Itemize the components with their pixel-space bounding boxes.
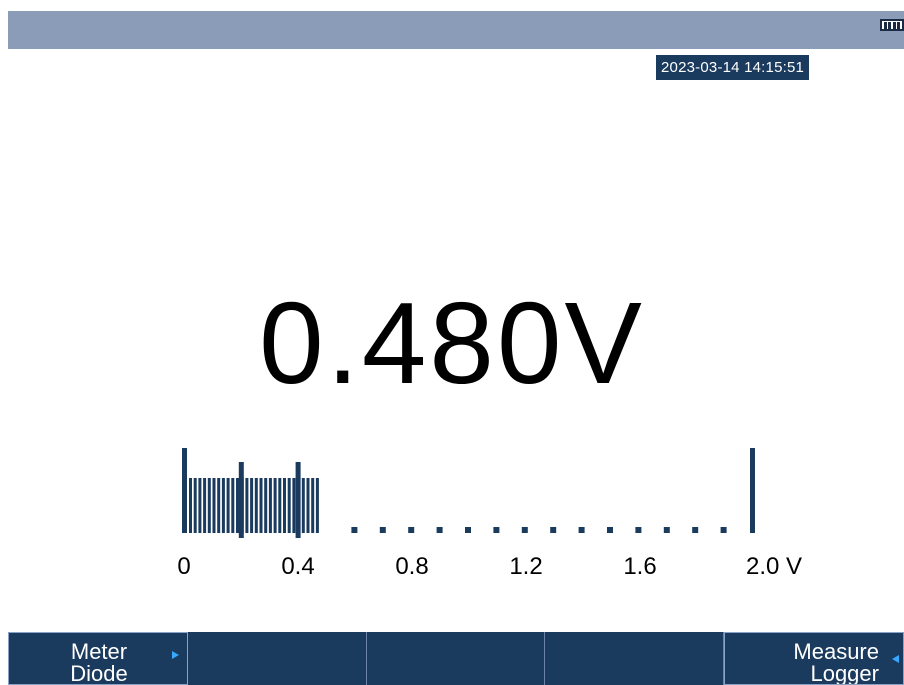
bargraph-segment xyxy=(231,478,235,533)
bargraph-segment xyxy=(207,478,211,533)
bargraph-segment xyxy=(221,478,225,533)
bargraph-segment xyxy=(301,478,305,533)
arrow-left-icon xyxy=(891,655,899,663)
tick-label-5: 2.0 V xyxy=(745,553,803,580)
bargraph-segment xyxy=(306,478,310,533)
tick-label-2: 0.8 xyxy=(395,553,429,580)
bargraph-scale-dot xyxy=(550,527,557,533)
bargraph-scale-dot xyxy=(578,527,585,533)
bargraph-segment xyxy=(226,478,230,533)
bargraph-scale-dot xyxy=(607,527,613,533)
bargraph-segment xyxy=(283,478,286,533)
bargraph-segment xyxy=(254,478,258,533)
softkey-label-line1: Measure xyxy=(793,639,879,664)
tick-label-1: 0.4 xyxy=(281,553,315,580)
bargraph-baseline-mark xyxy=(295,533,301,538)
analog-bargraph: 0 0.4 0.8 1.2 1.6 2.0 V xyxy=(0,440,904,600)
bargraph-segment xyxy=(292,478,296,533)
bargraph-segment xyxy=(268,478,272,533)
bargraph-segment xyxy=(217,478,221,533)
bargraph-start-marker xyxy=(182,448,187,533)
bargraph-scale-dot xyxy=(408,527,415,533)
softkey-label-line2: Diode xyxy=(70,661,128,685)
bargraph-segment xyxy=(245,478,249,533)
bargraph-scale-dot xyxy=(720,527,727,533)
softkey-label-line2: Logger xyxy=(810,661,879,685)
bargraph-segment xyxy=(212,478,216,533)
bargraph-segment xyxy=(264,478,268,533)
meter-reading: 0.480V xyxy=(259,278,645,408)
battery-icon xyxy=(880,19,904,31)
bargraph-scale-dot xyxy=(663,527,670,533)
bargraph-scale-dot xyxy=(379,527,386,533)
bargraph-segment xyxy=(236,478,239,533)
bargraph-segment xyxy=(203,478,207,533)
tick-label-4: 1.6 xyxy=(623,553,657,580)
arrow-right-icon xyxy=(171,651,179,659)
bargraph-segment xyxy=(278,478,282,533)
bargraph-scale-dot xyxy=(521,527,528,533)
bargraph-scale-dot xyxy=(692,527,699,533)
bargraph-scale-dot xyxy=(493,527,500,533)
tick-label-0: 0 xyxy=(177,553,191,580)
datetime-display: 2023-03-14 14:15:51 xyxy=(656,55,810,80)
bargraph-baseline-mark xyxy=(238,533,244,538)
softkey-bar: Meter Diode Measure Logger xyxy=(8,632,904,685)
bargraph-segment xyxy=(189,478,192,533)
softkey-4[interactable] xyxy=(545,632,725,685)
bargraph-segment xyxy=(315,478,319,533)
bargraph-major-tick xyxy=(295,462,301,533)
bargraph-segment xyxy=(193,478,197,533)
bargraph-scale-dot xyxy=(635,527,642,533)
bargraph-segment xyxy=(311,478,315,533)
bargraph-end-marker xyxy=(750,448,755,533)
tick-label-3: 1.2 xyxy=(509,553,543,580)
bargraph-major-tick xyxy=(238,462,244,533)
bargraph-segment xyxy=(250,478,254,533)
bargraph-segment xyxy=(287,478,291,533)
bargraph-segment xyxy=(259,478,263,533)
softkey-measure-logger[interactable]: Measure Logger xyxy=(724,632,904,685)
softkey-meter-diode[interactable]: Meter Diode xyxy=(8,632,188,685)
bargraph-scale-dot xyxy=(351,527,358,533)
softkey-2[interactable] xyxy=(188,632,367,685)
bargraph-scale-dot xyxy=(436,527,443,533)
softkey-3[interactable] xyxy=(367,632,546,685)
bargraph-segment xyxy=(198,478,202,533)
softkey-label-line1: Meter xyxy=(70,639,128,664)
bargraph-segment xyxy=(273,478,277,533)
bargraph-scale-dot xyxy=(465,527,471,533)
status-bar xyxy=(8,11,904,49)
